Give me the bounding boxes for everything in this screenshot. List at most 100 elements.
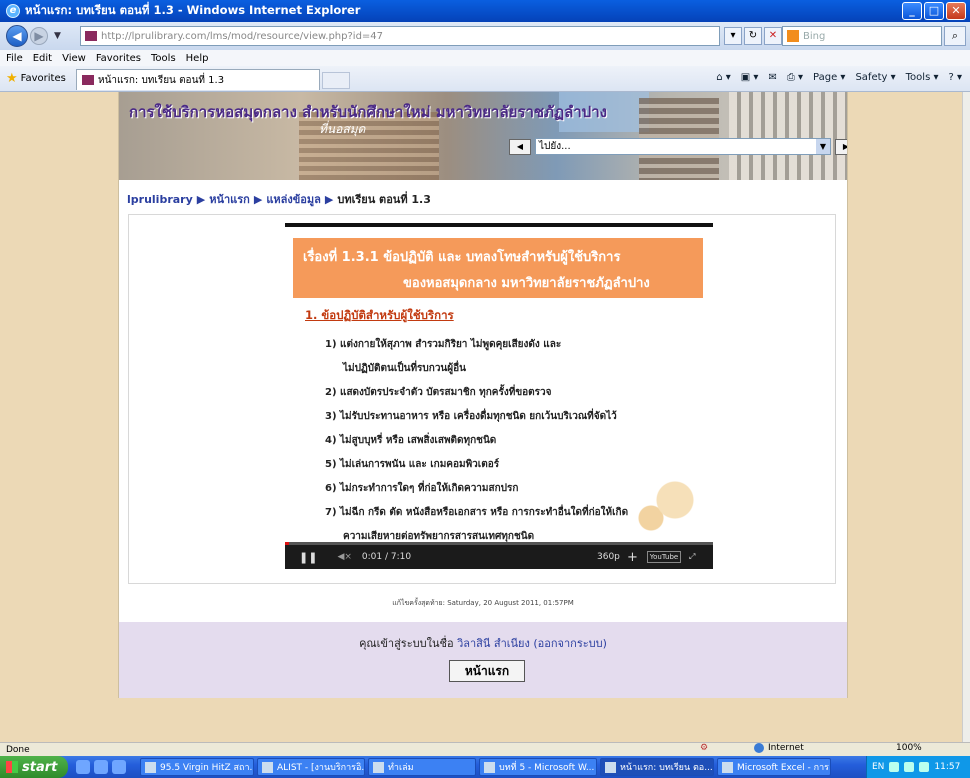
taskbar-item[interactable]: ALIST - [งานบริการอิ...	[257, 758, 365, 776]
security-icon[interactable]: ⚙	[700, 743, 708, 753]
refresh-icon[interactable]: ↻	[744, 27, 762, 45]
list-item: ไม่ปฏิบัติตนเป็นที่รบกวนผู้อื่น	[343, 363, 466, 374]
back-button[interactable]: ◀	[6, 25, 28, 47]
quick-launch-icon[interactable]	[112, 760, 126, 774]
status-text: Done	[6, 744, 30, 755]
address-url: http://lprulibrary.com/lms/mod/resource/…	[101, 30, 384, 42]
quality-button[interactable]: 360p	[597, 552, 620, 562]
safety-menu[interactable]: Safety ▾	[855, 72, 895, 83]
start-label: start	[22, 759, 58, 775]
tab-title: หน้าแรก: บทเรียน ตอนที่ 1.3	[98, 74, 225, 86]
resource-content: เรื่องที่ 1.3.1 ข้อปฏิบัติ และ บทลงโทษสำ…	[128, 214, 836, 584]
video-controls: ❚❚ ◀× 0:01 / 7:10 360p + YouTube ⤢	[285, 542, 713, 569]
window-title: หน้าแรก: บทเรียน ตอนที่ 1.3 - Windows In…	[25, 3, 361, 17]
breadcrumb-site[interactable]: lprulibrary	[127, 193, 193, 206]
search-icon[interactable]: ⌕	[944, 26, 966, 46]
ie-logo-icon: e	[6, 4, 20, 18]
menu-edit[interactable]: Edit	[33, 53, 52, 64]
taskbar-item[interactable]: ทำเล่ม	[368, 758, 476, 776]
browser-tab[interactable]: หน้าแรก: บทเรียน ตอนที่ 1.3	[76, 69, 320, 90]
address-dropdown-icon[interactable]: ▾	[724, 27, 742, 45]
home-icon[interactable]: ⌂ ▾	[716, 72, 731, 83]
address-input[interactable]: http://lprulibrary.com/lms/mod/resource/…	[80, 26, 720, 46]
help-icon[interactable]: ? ▾	[948, 72, 962, 83]
search-input[interactable]: Bing	[782, 26, 942, 46]
slide-title-line2: ของหอสมุดกลาง มหาวิทยาลัยราชภัฏลำปาง	[403, 276, 650, 291]
youtube-logo[interactable]: YouTube	[647, 551, 681, 563]
taskbar-item-label: ทำเล่ม	[388, 763, 414, 773]
word-icon	[484, 761, 495, 773]
page-container: การใช้บริการหอสมุดกลาง สำหรับนักศึกษาใหม…	[118, 92, 848, 698]
clock: 11:57	[934, 762, 961, 772]
last-modified: แก้ไขครั้งสุดท้าย: Saturday, 20 August 2…	[392, 599, 574, 607]
add-to-icon[interactable]: +	[627, 550, 638, 565]
start-button[interactable]: start	[0, 756, 68, 778]
page-scrollbar[interactable]	[962, 92, 970, 742]
app-icon	[262, 761, 273, 773]
site-favicon-icon	[85, 31, 97, 41]
chevron-down-icon: ▼	[816, 139, 830, 154]
taskbar-item[interactable]: Microsoft Excel - การ...	[717, 758, 831, 776]
address-toolbar: ◀ ▶ ▼ http://lprulibrary.com/lms/mod/res…	[0, 22, 970, 50]
status-bar: Done ⚙ Internet 100%	[0, 742, 970, 756]
favorites-star-icon[interactable]: ★	[6, 71, 18, 86]
list-item: 2) แสดงบัตรประจำตัว บัตรสมาชิก ทุกครั้งท…	[325, 387, 552, 398]
breadcrumb: lprulibrary ▶ หน้าแรก ▶ แหล่งข้อมูล ▶ บทเรียน …	[127, 193, 431, 206]
jump-navigation: ◀ ไปยัง... ▼ ▶	[509, 138, 847, 155]
system-tray: EN 11:57	[866, 756, 970, 778]
minimize-button[interactable]: _	[902, 2, 922, 20]
taskbar-item-label: 95.5 Virgin HitZ สถา...	[160, 763, 254, 773]
jump-to-select[interactable]: ไปยัง... ▼	[535, 138, 831, 155]
home-button[interactable]: หน้าแรก	[449, 660, 525, 682]
stop-icon[interactable]: ✕	[764, 27, 782, 45]
breadcrumb-resources[interactable]: แหล่งข้อมูล	[266, 193, 321, 206]
zoom-level[interactable]: 100%	[896, 743, 922, 753]
tray-icon[interactable]	[919, 762, 930, 772]
zone-indicator[interactable]: Internet	[754, 743, 804, 753]
menu-help[interactable]: Help	[186, 53, 209, 64]
mail-icon[interactable]: ✉	[768, 72, 776, 83]
logout-link[interactable]: (ออกจากระบบ)	[533, 637, 607, 650]
internet-globe-icon	[754, 743, 764, 753]
favorites-bar: ★ Favorites หน้าแรก: บทเรียน ตอนที่ 1.3 …	[0, 66, 970, 92]
pause-icon[interactable]: ❚❚	[299, 551, 317, 564]
previous-activity-button[interactable]: ◀	[509, 138, 531, 155]
login-info: คุณเข้าสู่ระบบในชื่อ วิลาสินี สำเนียง (อ…	[119, 634, 847, 652]
user-profile-link[interactable]: วิลาสินี สำเนียง	[457, 637, 530, 650]
flower-decoration	[627, 455, 707, 545]
breadcrumb-home[interactable]: หน้าแรก	[209, 193, 250, 206]
breadcrumb-current: บทเรียน ตอนที่ 1.3	[337, 193, 431, 206]
close-button[interactable]: ✕	[946, 2, 966, 20]
fullscreen-icon[interactable]: ⤢	[689, 552, 695, 562]
taskbar-item-label: Microsoft Excel - การ...	[737, 763, 831, 773]
forward-button[interactable]: ▶	[30, 27, 48, 45]
recent-pages-dropdown-icon[interactable]: ▼	[54, 31, 61, 41]
list-item: 1) แต่งกายให้สุภาพ สำรวมกิริยา ไม่พูดคุย…	[325, 339, 562, 350]
quick-launch-icon[interactable]	[76, 760, 90, 774]
print-icon[interactable]: ⎙ ▾	[787, 72, 803, 83]
zone-label: Internet	[768, 743, 804, 753]
taskbar-item[interactable]: 95.5 Virgin HitZ สถา...	[140, 758, 254, 776]
favorites-button[interactable]: Favorites	[21, 73, 66, 84]
tray-icon[interactable]	[889, 762, 900, 772]
new-tab-button[interactable]	[322, 72, 350, 89]
video-progress-bar[interactable]	[285, 542, 713, 545]
tray-icon[interactable]	[904, 762, 915, 772]
menu-favorites[interactable]: Favorites	[96, 53, 141, 64]
menu-tools[interactable]: Tools	[151, 53, 176, 64]
menu-view[interactable]: View	[62, 53, 86, 64]
quick-launch-icon[interactable]	[94, 760, 108, 774]
next-activity-button[interactable]: ▶	[835, 138, 847, 155]
search-placeholder: Bing	[803, 30, 826, 42]
page-menu[interactable]: Page ▾	[813, 72, 845, 83]
menu-file[interactable]: File	[6, 53, 23, 64]
window-titlebar[interactable]: e หน้าแรก: บทเรียน ตอนที่ 1.3 - Windows …	[0, 0, 970, 22]
volume-muted-icon[interactable]: ◀×	[337, 552, 351, 562]
embedded-video-player[interactable]: เรื่องที่ 1.3.1 ข้อปฏิบัติ และ บทลงโทษสำ…	[285, 223, 713, 569]
maximize-button[interactable]: □	[924, 2, 944, 20]
language-indicator[interactable]: EN	[872, 762, 884, 772]
taskbar-item[interactable]: บทที่ 5 - Microsoft W...	[479, 758, 597, 776]
feeds-icon[interactable]: ▣ ▾	[741, 72, 759, 83]
tools-menu[interactable]: Tools ▾	[906, 72, 939, 83]
taskbar-item-active[interactable]: หน้าแรก: บทเรียน ตอ...	[600, 758, 714, 776]
